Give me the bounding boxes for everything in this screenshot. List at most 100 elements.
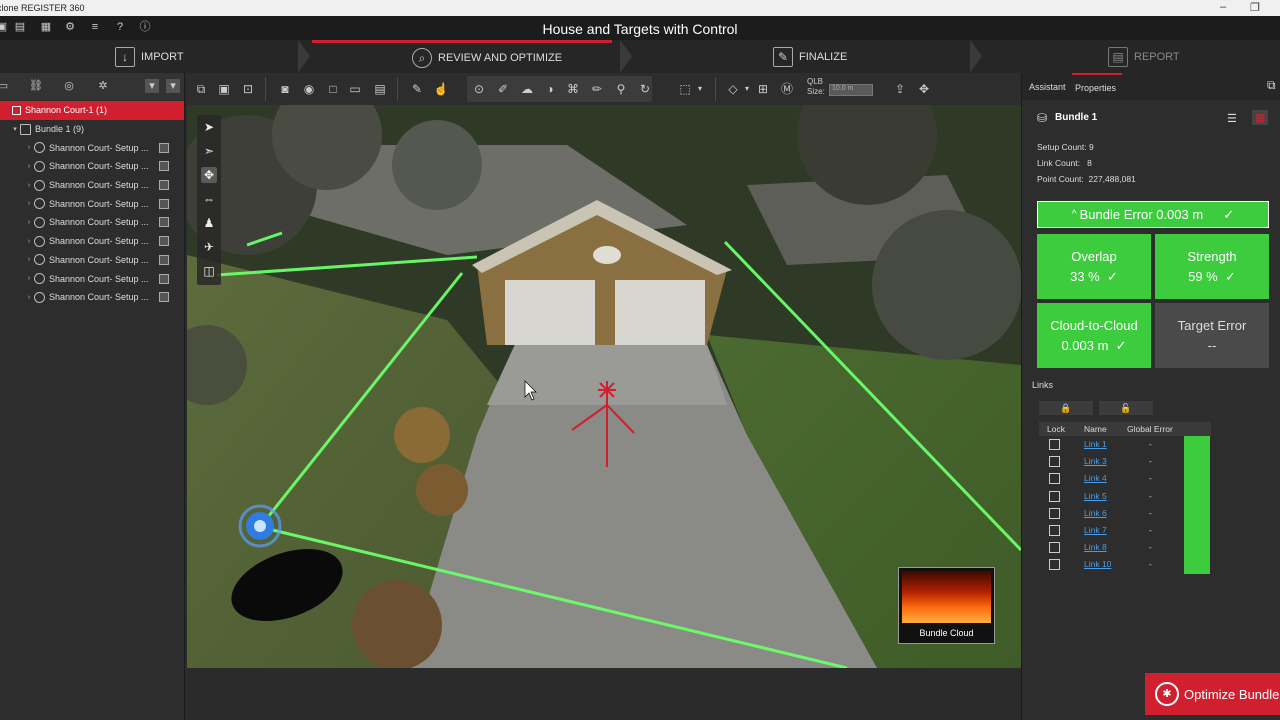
cloud-icon[interactable]: ☁ — [519, 81, 535, 97]
visibility-icon[interactable]: ◉ — [301, 81, 317, 97]
expand-icon[interactable]: › — [24, 144, 34, 151]
scan-icon[interactable]: ⊞ — [755, 81, 771, 97]
lock-all-button[interactable]: 🔒 — [1039, 401, 1093, 415]
select-arrow-icon[interactable]: ➤ — [201, 119, 217, 135]
box-icon[interactable]: □ — [325, 81, 341, 97]
restore-button[interactable]: ❐ — [1250, 1, 1260, 14]
filter-alt-icon[interactable]: ▾ — [166, 79, 180, 93]
setup-image-icon[interactable] — [159, 217, 169, 228]
network-icon[interactable]: ✲ — [96, 79, 110, 93]
filter-icon[interactable]: ▾ — [145, 79, 159, 93]
setup-image-icon[interactable] — [159, 180, 169, 191]
sphere-icon[interactable]: ◑ — [542, 81, 558, 97]
section-icon[interactable]: ◫ — [201, 263, 217, 279]
target-icon[interactable]: ⊙ — [471, 81, 487, 97]
setup-image-icon[interactable] — [159, 273, 169, 284]
step-review[interactable]: ⌕ REVIEW AND OPTIMIZE — [312, 40, 612, 73]
zoom-extents-icon[interactable]: ⊡ — [240, 81, 256, 97]
link-name[interactable]: Link 8 — [1084, 542, 1107, 552]
lock-checkbox[interactable] — [1049, 439, 1060, 450]
panel-icon[interactable]: ▭ — [0, 79, 10, 93]
link-name[interactable]: Link 1 — [1084, 439, 1107, 449]
optimize-bundle-button[interactable]: ✱ Optimize Bundle — [1145, 673, 1280, 715]
step-report[interactable]: ▤ REPORT — [1108, 40, 1180, 73]
transform-icon[interactable]: ✥ — [916, 81, 932, 97]
rotate-icon[interactable]: ↻ — [637, 81, 653, 97]
bundle-cloud-thumbnail[interactable]: Bundle Cloud — [898, 567, 995, 644]
setup-image-icon[interactable] — [159, 198, 169, 209]
tree-item-setup[interactable]: › Shannon Court- Setup ... — [0, 138, 184, 157]
fit-width-icon[interactable]: ⇔ — [201, 191, 217, 207]
collapse-icon[interactable]: ▾ — [10, 125, 20, 133]
fly-icon[interactable]: ✈ — [201, 239, 217, 255]
tree-item-setup[interactable]: › Shannon Court- Setup ... — [0, 176, 184, 195]
frame-icon[interactable]: ▭ — [347, 81, 363, 97]
select-box-icon[interactable]: ⬚ — [677, 81, 693, 97]
export-icon[interactable]: ⇪ — [892, 81, 908, 97]
setup-image-icon[interactable] — [159, 254, 169, 265]
measure-icon[interactable]: ✎ — [409, 81, 425, 97]
lock-checkbox[interactable] — [1049, 490, 1060, 502]
lock-checkbox[interactable] — [1049, 559, 1060, 571]
list-view-icon[interactable]: ☰ — [1227, 112, 1237, 125]
expand-icon[interactable]: › — [24, 219, 34, 226]
bundle-error-bar[interactable]: ^ Bundle Error 0.003 m ✓ — [1037, 201, 1269, 228]
3d-viewport[interactable]: ➤ ➣ ✥ ⇔ ♟ ✈ ◫ Bundle Cloud — [187, 105, 1021, 668]
walk-icon[interactable]: ♟ — [201, 215, 217, 231]
link-name[interactable]: Link 10 — [1084, 559, 1111, 569]
link-name[interactable]: Link 6 — [1084, 508, 1107, 518]
lock-checkbox[interactable] — [1049, 473, 1060, 485]
setup-image-icon[interactable] — [159, 292, 169, 303]
pin-icon[interactable]: ⚲ — [613, 81, 629, 97]
panel-popout-icon[interactable]: ⧉ — [1267, 78, 1276, 93]
link-name[interactable]: Link 4 — [1084, 473, 1107, 483]
ruler-icon[interactable]: ✐ — [495, 81, 511, 97]
link-name[interactable]: Link 3 — [1084, 456, 1107, 466]
mesh-icon[interactable]: ⌘ — [565, 81, 581, 97]
dropdown-icon[interactable]: ▾ — [739, 81, 755, 97]
expand-icon[interactable]: › — [24, 238, 34, 245]
link-name[interactable]: Link 5 — [1084, 491, 1107, 501]
overlap-tile[interactable]: Overlap 33 % ✓ — [1037, 234, 1151, 299]
cloud-to-cloud-tile[interactable]: Cloud-to-Cloud 0.003 m ✓ — [1037, 303, 1151, 368]
expand-icon[interactable]: › — [24, 182, 34, 189]
pan-icon[interactable]: ✥ — [201, 167, 217, 183]
target-error-tile[interactable]: Target Error -- — [1155, 303, 1269, 368]
link-name[interactable]: Link 7 — [1084, 525, 1107, 535]
setup-image-icon[interactable] — [159, 236, 169, 247]
tree-item-setup[interactable]: › Shannon Court- Setup ... — [0, 213, 184, 232]
image-icon[interactable]: ▤ — [372, 81, 388, 97]
tab-properties[interactable]: Properties — [1072, 73, 1123, 100]
lock-checkbox[interactable] — [1049, 507, 1060, 519]
3d-view-icon[interactable]: ⧉ — [193, 81, 209, 97]
unlock-all-button[interactable]: 🔓 — [1099, 401, 1153, 415]
tree-item-setup[interactable]: › Shannon Court- Setup ... — [0, 194, 184, 213]
2d-view-icon[interactable]: ▣ — [216, 81, 232, 97]
tab-assistant[interactable]: Assistant — [1029, 82, 1066, 92]
step-import[interactable]: ↓ IMPORT — [115, 40, 184, 73]
minimize-button[interactable]: – — [1220, 1, 1226, 13]
tree-item-setup[interactable]: › Shannon Court- Setup ... — [0, 157, 184, 176]
camera-icon[interactable]: ◙ — [277, 81, 293, 97]
select-alt-icon[interactable]: ➣ — [201, 143, 217, 159]
link-icon[interactable]: ⛓ — [29, 79, 43, 93]
expand-icon[interactable]: › — [24, 275, 34, 282]
pencil-icon[interactable]: ✏ — [589, 81, 605, 97]
lock-checkbox[interactable] — [1049, 456, 1060, 468]
setup-image-icon[interactable] — [159, 142, 169, 153]
tree-item-root[interactable]: Shannon Court-1 (1) — [0, 101, 184, 120]
tree-item-bundle[interactable]: ▾ Bundle 1 (9) — [0, 120, 184, 139]
tree-item-setup[interactable]: › Shannon Court- Setup ... — [0, 288, 184, 307]
setup-image-icon[interactable] — [159, 161, 169, 172]
expand-icon[interactable]: › — [24, 256, 34, 263]
expand-icon[interactable]: › — [24, 200, 34, 207]
point-size-icon[interactable]: Ⓜ — [779, 81, 795, 97]
tree-item-setup[interactable]: › Shannon Court- Setup ... — [0, 269, 184, 288]
expand-icon[interactable]: › — [24, 163, 34, 170]
tree-item-setup[interactable]: › Shannon Court- Setup ... — [0, 251, 184, 270]
tree-item-setup[interactable]: › Shannon Court- Setup ... — [0, 232, 184, 251]
lock-checkbox[interactable] — [1049, 524, 1060, 536]
dropdown-icon[interactable]: ▾ — [692, 81, 708, 97]
globe-icon[interactable]: ◎ — [62, 79, 76, 93]
grid-view-icon[interactable]: ▦ — [1252, 110, 1269, 125]
